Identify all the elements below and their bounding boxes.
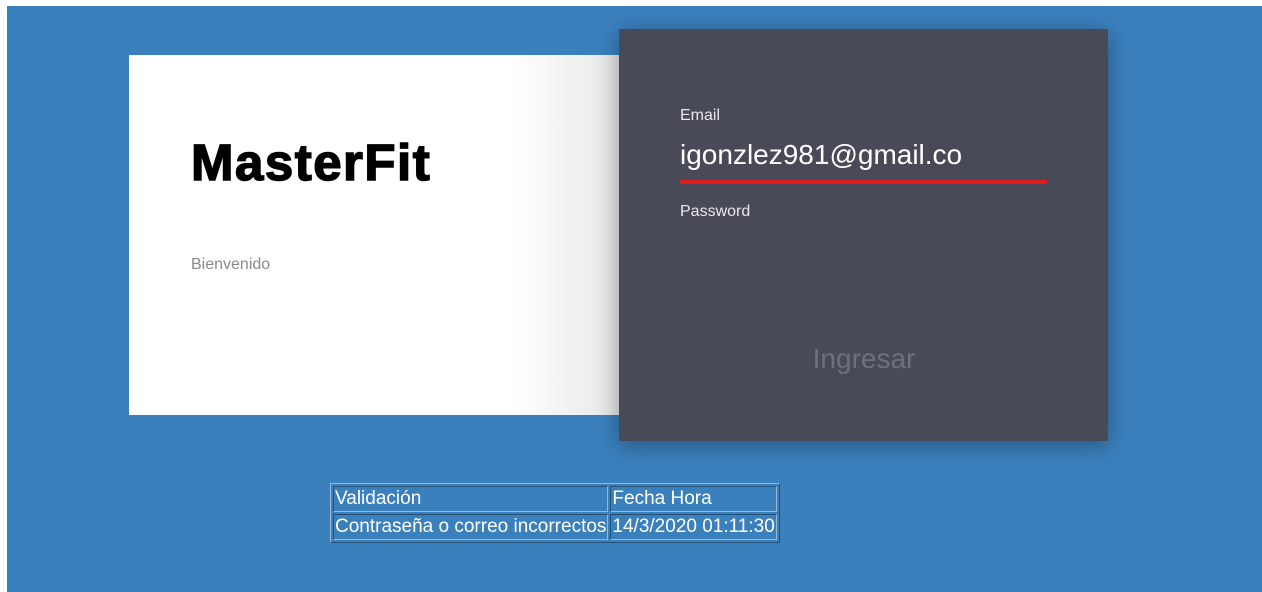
password-label: Password	[680, 203, 751, 220]
password-field[interactable]	[680, 227, 1047, 267]
brand-title: MasterFit	[190, 133, 432, 192]
email-label: Email	[680, 107, 721, 124]
login-button[interactable]: Ingresar	[774, 337, 954, 381]
email-field[interactable]	[680, 133, 1047, 177]
email-field-underline	[680, 180, 1047, 184]
header-date-time: Fecha Hora	[610, 486, 777, 512]
welcome-text: Bienvenido	[191, 256, 271, 273]
cell-validation-message: Contraseña o correo incorrectos	[333, 514, 609, 540]
welcome-card: MasterFit Bienvenido	[129, 55, 621, 415]
header-validation: Validación	[333, 486, 609, 512]
login-form: Email Password Ingresar	[619, 29, 1108, 441]
cell-timestamp: 14/3/2020 01:11:30	[610, 514, 777, 540]
page-background: MasterFit Bienvenido Email Password Ingr…	[7, 6, 1262, 592]
table-row: Contraseña o correo incorrectos 14/3/202…	[333, 514, 777, 540]
table-header-row: Validación Fecha Hora	[333, 486, 777, 512]
validation-table: Validación Fecha Hora Contraseña o corre…	[330, 483, 780, 543]
